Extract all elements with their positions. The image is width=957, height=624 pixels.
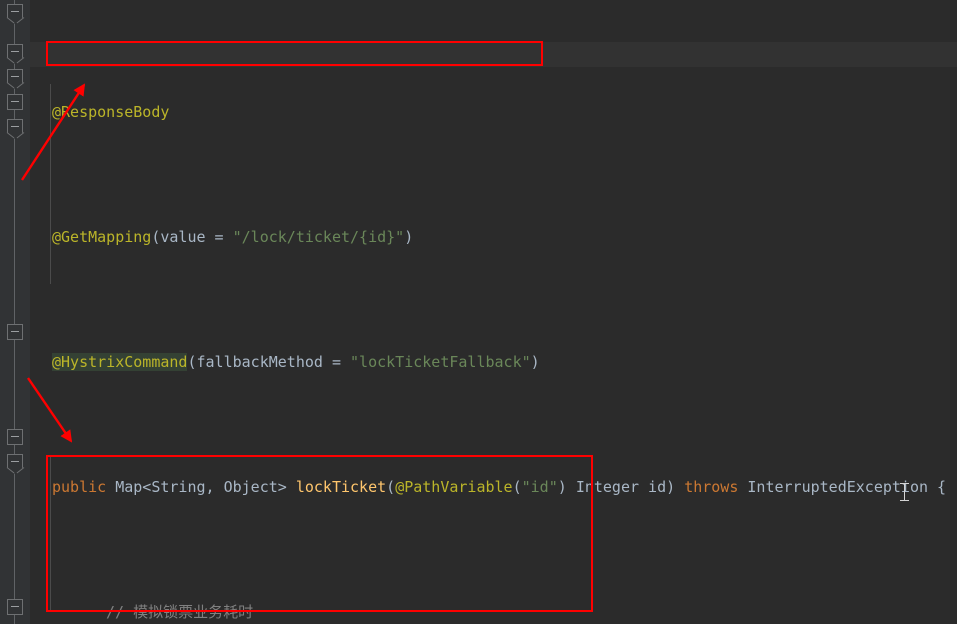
fold-marker[interactable] [7, 599, 23, 615]
fold-marker[interactable] [6, 4, 25, 24]
fold-marker[interactable] [7, 324, 23, 340]
comment-mock-lock-ticket: // 模拟锁票业务耗时 [106, 603, 254, 621]
fold-marker[interactable] [6, 69, 25, 89]
fold-marker[interactable] [6, 119, 25, 139]
fold-marker[interactable] [7, 94, 23, 110]
annotation-get-mapping: @GetMapping [52, 228, 152, 246]
fold-marker[interactable] [7, 429, 23, 445]
code-surface[interactable]: @ResponseBody @GetMapping(value = "/lock… [30, 0, 957, 624]
fallback-method-name-string: "lockTicketFallback" [350, 353, 531, 371]
mapping-path-string: "/lock/ticket/{id}" [232, 228, 405, 246]
code-editor[interactable]: @ResponseBody @GetMapping(value = "/lock… [0, 0, 957, 624]
fold-marker[interactable] [6, 454, 25, 474]
code-text[interactable]: @ResponseBody @GetMapping(value = "/lock… [30, 0, 957, 624]
fold-marker[interactable] [6, 44, 25, 64]
annotation-response-body: @ResponseBody [52, 103, 170, 121]
editor-gutter[interactable] [0, 0, 30, 624]
code-line[interactable]: @GetMapping(value = "/lock/ticket/{id}") [30, 225, 957, 250]
method-lock-ticket: lockTicket [295, 478, 387, 496]
code-line[interactable]: @ResponseBody [30, 100, 957, 125]
code-line[interactable]: public Map<String, Object> lockTicket(@P… [30, 475, 957, 500]
code-line[interactable]: // 模拟锁票业务耗时 [30, 600, 957, 624]
code-line[interactable]: @HystrixCommand(fallbackMethod = "lockTi… [30, 350, 957, 375]
annotation-hystrix-command: @HystrixCommand [52, 353, 188, 371]
